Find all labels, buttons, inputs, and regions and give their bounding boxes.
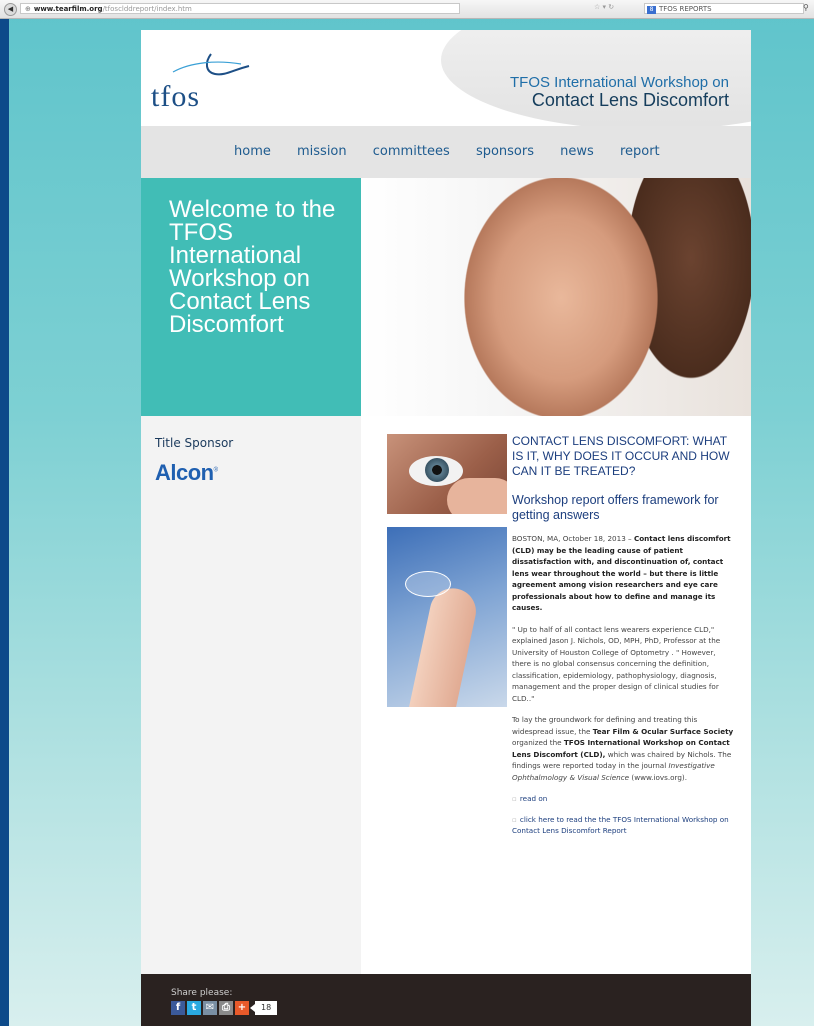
share-count: 18 [249, 1001, 278, 1015]
address-bar[interactable]: ⊕ www.tearfilm.org/tfosclddreport/index.h… [20, 3, 460, 14]
lens-image [387, 527, 507, 707]
email-icon[interactable]: ✉ [203, 1001, 217, 1015]
browser-toolbar: ◀ ⊕ www.tearfilm.org/tfosclddreport/index… [0, 0, 814, 19]
share-label: Share please: [171, 988, 233, 998]
window-edge [0, 0, 9, 1026]
article-subhead: Workshop report offers framework for get… [512, 493, 719, 522]
star-icon[interactable]: ☆ [594, 3, 600, 11]
nav-report[interactable]: report [620, 144, 660, 159]
article-paragraph-2: " Up to half of all contact lens wearers… [512, 624, 721, 703]
refresh-icon[interactable]: ↻ [608, 3, 614, 11]
sidebar: Title Sponsor Alcon® [141, 416, 361, 974]
report-link[interactable]: ▫ click here to read the the TFOS Interna… [512, 814, 734, 836]
article-paragraph-1: BOSTON, MA, October 18, 2013 – Contact l… [512, 534, 731, 612]
url-domain: www.tearfilm.org [33, 5, 103, 13]
facebook-icon[interactable]: f [171, 1001, 185, 1015]
nav-home[interactable]: home [234, 144, 271, 159]
globe-icon: ⊕ [25, 5, 31, 13]
main-nav: home mission committees sponsors news re… [141, 126, 751, 178]
toolbar-icons: ☆ ▾ ↻ [594, 3, 614, 11]
sponsor-logo[interactable]: Alcon® [155, 460, 218, 486]
header-title-line1: TFOS International Workshop on [510, 74, 729, 91]
sponsor-mark: ® [213, 467, 218, 474]
bullet-icon: ▫ [512, 794, 517, 803]
hero-image [361, 178, 751, 416]
article-headline: CONTACT LENS DISCOMFORT: WHAT IS IT, WHY… [512, 434, 730, 478]
back-button[interactable]: ◀ [4, 3, 17, 16]
read-on-link[interactable]: ▫ read on [512, 793, 734, 804]
nav-committees[interactable]: committees [373, 144, 450, 159]
site-logo[interactable]: tfos [151, 80, 200, 114]
search-engine-icon[interactable]: 8 [647, 5, 656, 14]
nav-news[interactable]: news [560, 144, 594, 159]
eye-image [387, 434, 507, 514]
webpage: tfos TFOS International Workshop on Cont… [141, 30, 751, 1026]
welcome-text: Welcome to the TFOS International Worksh… [169, 196, 336, 338]
twitter-icon[interactable]: t [187, 1001, 201, 1015]
site-footer: Share please: f t ✉ ⎙ +18 [141, 974, 751, 1026]
search-box[interactable]: 8 TFOS REPORTS [644, 3, 804, 14]
article-paragraph-3: To lay the groundwork for defining and t… [512, 715, 734, 782]
welcome-panel: Welcome to the TFOS International Worksh… [141, 178, 361, 416]
dropdown-icon[interactable]: ▾ [603, 3, 607, 11]
share-buttons: f t ✉ ⎙ +18 [171, 1001, 278, 1015]
nav-mission[interactable]: mission [297, 144, 347, 159]
sponsor-name: Alcon [155, 460, 214, 485]
search-engine-label: TFOS REPORTS [659, 5, 712, 13]
print-icon[interactable]: ⎙ [219, 1001, 233, 1015]
nav-sponsors[interactable]: sponsors [476, 144, 534, 159]
site-header: tfos TFOS International Workshop on Cont… [141, 30, 751, 126]
bullet-icon: ▫ [512, 815, 517, 824]
header-title-line2: Contact Lens Discomfort [531, 90, 729, 110]
article: CONTACT LENS DISCOMFORT: WHAT IS IT, WHY… [512, 434, 734, 836]
sponsor-label: Title Sponsor [155, 436, 234, 450]
share-plus-icon[interactable]: + [235, 1001, 249, 1015]
url-path: /tfosclddreport/index.htm [102, 5, 192, 13]
search-icon[interactable]: ⚲ [803, 3, 809, 12]
